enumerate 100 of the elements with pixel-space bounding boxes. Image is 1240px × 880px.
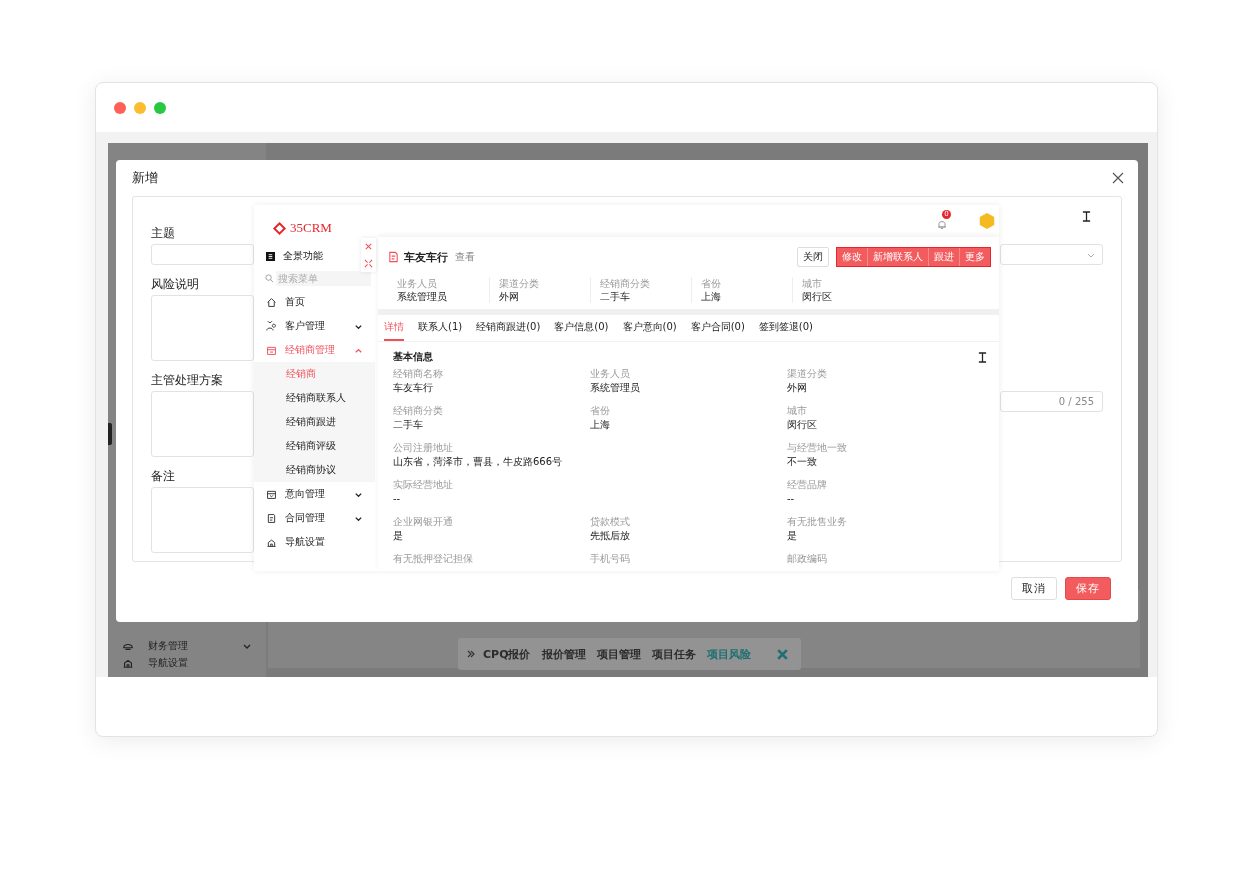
close-dot[interactable] <box>114 101 126 114</box>
field-value: 二手车 <box>393 418 424 432</box>
tab[interactable]: 签到签退(0) <box>758 320 814 341</box>
field-label: 业务人员 <box>590 367 631 381</box>
tab[interactable]: 客户意向(0) <box>622 320 677 341</box>
field-value: 上海 <box>590 418 611 432</box>
menu-item[interactable]: 客户管理 <box>254 314 375 338</box>
field-value: 外网 <box>787 381 808 395</box>
quick-link[interactable]: 项目管理 <box>596 646 641 662</box>
close-icon[interactable] <box>364 242 373 251</box>
tab[interactable]: 联系人(1) <box>418 320 463 341</box>
collapse-icon[interactable] <box>364 259 373 268</box>
search-field[interactable]: 搜索菜单 <box>276 271 371 286</box>
tab[interactable]: 客户合同(0) <box>690 320 745 341</box>
menu-label: 首页 <box>285 295 306 309</box>
quick-link[interactable]: CPQ报价 <box>483 646 531 662</box>
document-icon <box>388 251 399 263</box>
menu-icon <box>266 488 277 500</box>
section-title: 基本信息 <box>393 350 433 364</box>
field-label: 省份 <box>590 404 611 418</box>
close-button[interactable]: 关闭 <box>797 247 829 267</box>
menu-label: 客户管理 <box>285 319 326 333</box>
field-label: 邮政编码 <box>787 552 828 566</box>
field-value: -- <box>787 492 796 506</box>
menu-item[interactable]: 首页 <box>254 290 375 314</box>
maximize-dot[interactable] <box>154 101 166 114</box>
field-value: 山东省，菏泽市，曹县，牛皮路666号 <box>393 455 564 469</box>
input-field[interactable]: 0 / 255 <box>1000 391 1103 412</box>
field-label: 经营品牌 <box>787 478 828 492</box>
sidebar-item[interactable]: 导航设置 <box>122 654 252 671</box>
logo-text: 35CRM <box>290 220 332 236</box>
summary-value: 系统管理员 <box>397 290 448 303</box>
field-value: 是 <box>787 529 798 543</box>
submenu-item[interactable]: 经销商联系人 <box>254 386 375 410</box>
field-label: 渠道分类 <box>787 367 828 381</box>
field-value: 系统管理员 <box>590 381 641 395</box>
summary-value: 闵行区 <box>802 290 833 303</box>
summary-label: 城市 <box>802 277 823 290</box>
avatar-icon[interactable] <box>978 212 996 230</box>
menu-icon <box>266 536 277 548</box>
menu-icon <box>266 320 277 332</box>
summary-label: 业务人员 <box>397 277 438 290</box>
field-value: -- <box>393 492 402 506</box>
field-value: 闵行区 <box>787 418 818 432</box>
minimize-dot[interactable] <box>134 101 146 114</box>
tab[interactable]: 客户信息(0) <box>554 320 609 341</box>
field-label: 经销商名称 <box>393 367 444 381</box>
field-value: 先抵后放 <box>590 529 631 543</box>
cancel-button[interactable]: 取消 <box>1011 577 1057 600</box>
summary-value: 二手车 <box>600 290 631 303</box>
text-cursor-icon[interactable] <box>1082 211 1091 222</box>
menu-label: 财务管理 <box>148 638 189 653</box>
summary-value: 外网 <box>499 290 520 303</box>
field-label: 有无批售业务 <box>787 515 848 529</box>
text-cursor-icon[interactable] <box>978 351 987 363</box>
input-field[interactable] <box>151 244 254 265</box>
field-label: 企业网银开通 <box>393 515 454 529</box>
quick-link[interactable]: 项目任务 <box>651 646 696 662</box>
field-label: 主管处理方案 <box>151 373 223 387</box>
bell-icon[interactable] <box>936 218 948 230</box>
submenu-item[interactable]: 经销商评级 <box>254 434 375 458</box>
menu-item[interactable]: 合同管理 <box>254 506 375 530</box>
field-label: 风险说明 <box>151 277 199 291</box>
field-label: 城市 <box>787 404 808 418</box>
scroll-handle[interactable] <box>108 423 112 445</box>
field-label: 有无抵押登记担保 <box>393 552 474 566</box>
menu-item[interactable]: 经销商管理 <box>254 338 375 362</box>
menu-item[interactable]: 全景功能 <box>254 239 375 263</box>
logo-icon <box>272 220 287 236</box>
tab[interactable]: 经销商跟进(0) <box>476 320 541 341</box>
text-area[interactable] <box>151 487 254 553</box>
grid-icon <box>266 251 275 261</box>
summary-value: 上海 <box>701 290 722 303</box>
menu-item[interactable]: 意向管理 <box>254 482 375 506</box>
field-label: 主题 <box>151 226 175 240</box>
menu-label: 意向管理 <box>285 487 326 501</box>
menu-icon <box>266 296 277 308</box>
field-label: 手机号码 <box>590 552 631 566</box>
character-counter: 0 / 255 <box>1058 396 1094 407</box>
field-label: 备注 <box>151 469 175 483</box>
text-area[interactable] <box>151 391 254 457</box>
quick-link[interactable]: 报价管理 <box>541 646 586 662</box>
field-value: 不一致 <box>787 455 818 469</box>
close-icon[interactable] <box>1112 172 1124 184</box>
select-field[interactable] <box>1000 244 1103 265</box>
dialog-title: 新增 <box>132 169 158 187</box>
field-label: 实际经营地址 <box>393 478 454 492</box>
menu-label: 经销商管理 <box>285 343 336 357</box>
sidebar-item[interactable]: 财务管理 <box>122 637 252 654</box>
text-area[interactable] <box>151 295 254 361</box>
submenu-item[interactable]: 经销商协议 <box>254 458 375 482</box>
search-icon[interactable] <box>265 274 274 283</box>
field-label: 贷款模式 <box>590 515 631 529</box>
field-value: 是 <box>393 529 404 543</box>
menu-item[interactable]: 导航设置 <box>254 530 375 554</box>
double-chevron-icon[interactable] <box>466 649 476 659</box>
field-label: 经销商分类 <box>393 404 444 418</box>
submenu-item[interactable]: 经销商跟进 <box>254 410 375 434</box>
tab[interactable]: 详情 <box>384 320 404 341</box>
menu-label: 全景功能 <box>283 249 323 263</box>
